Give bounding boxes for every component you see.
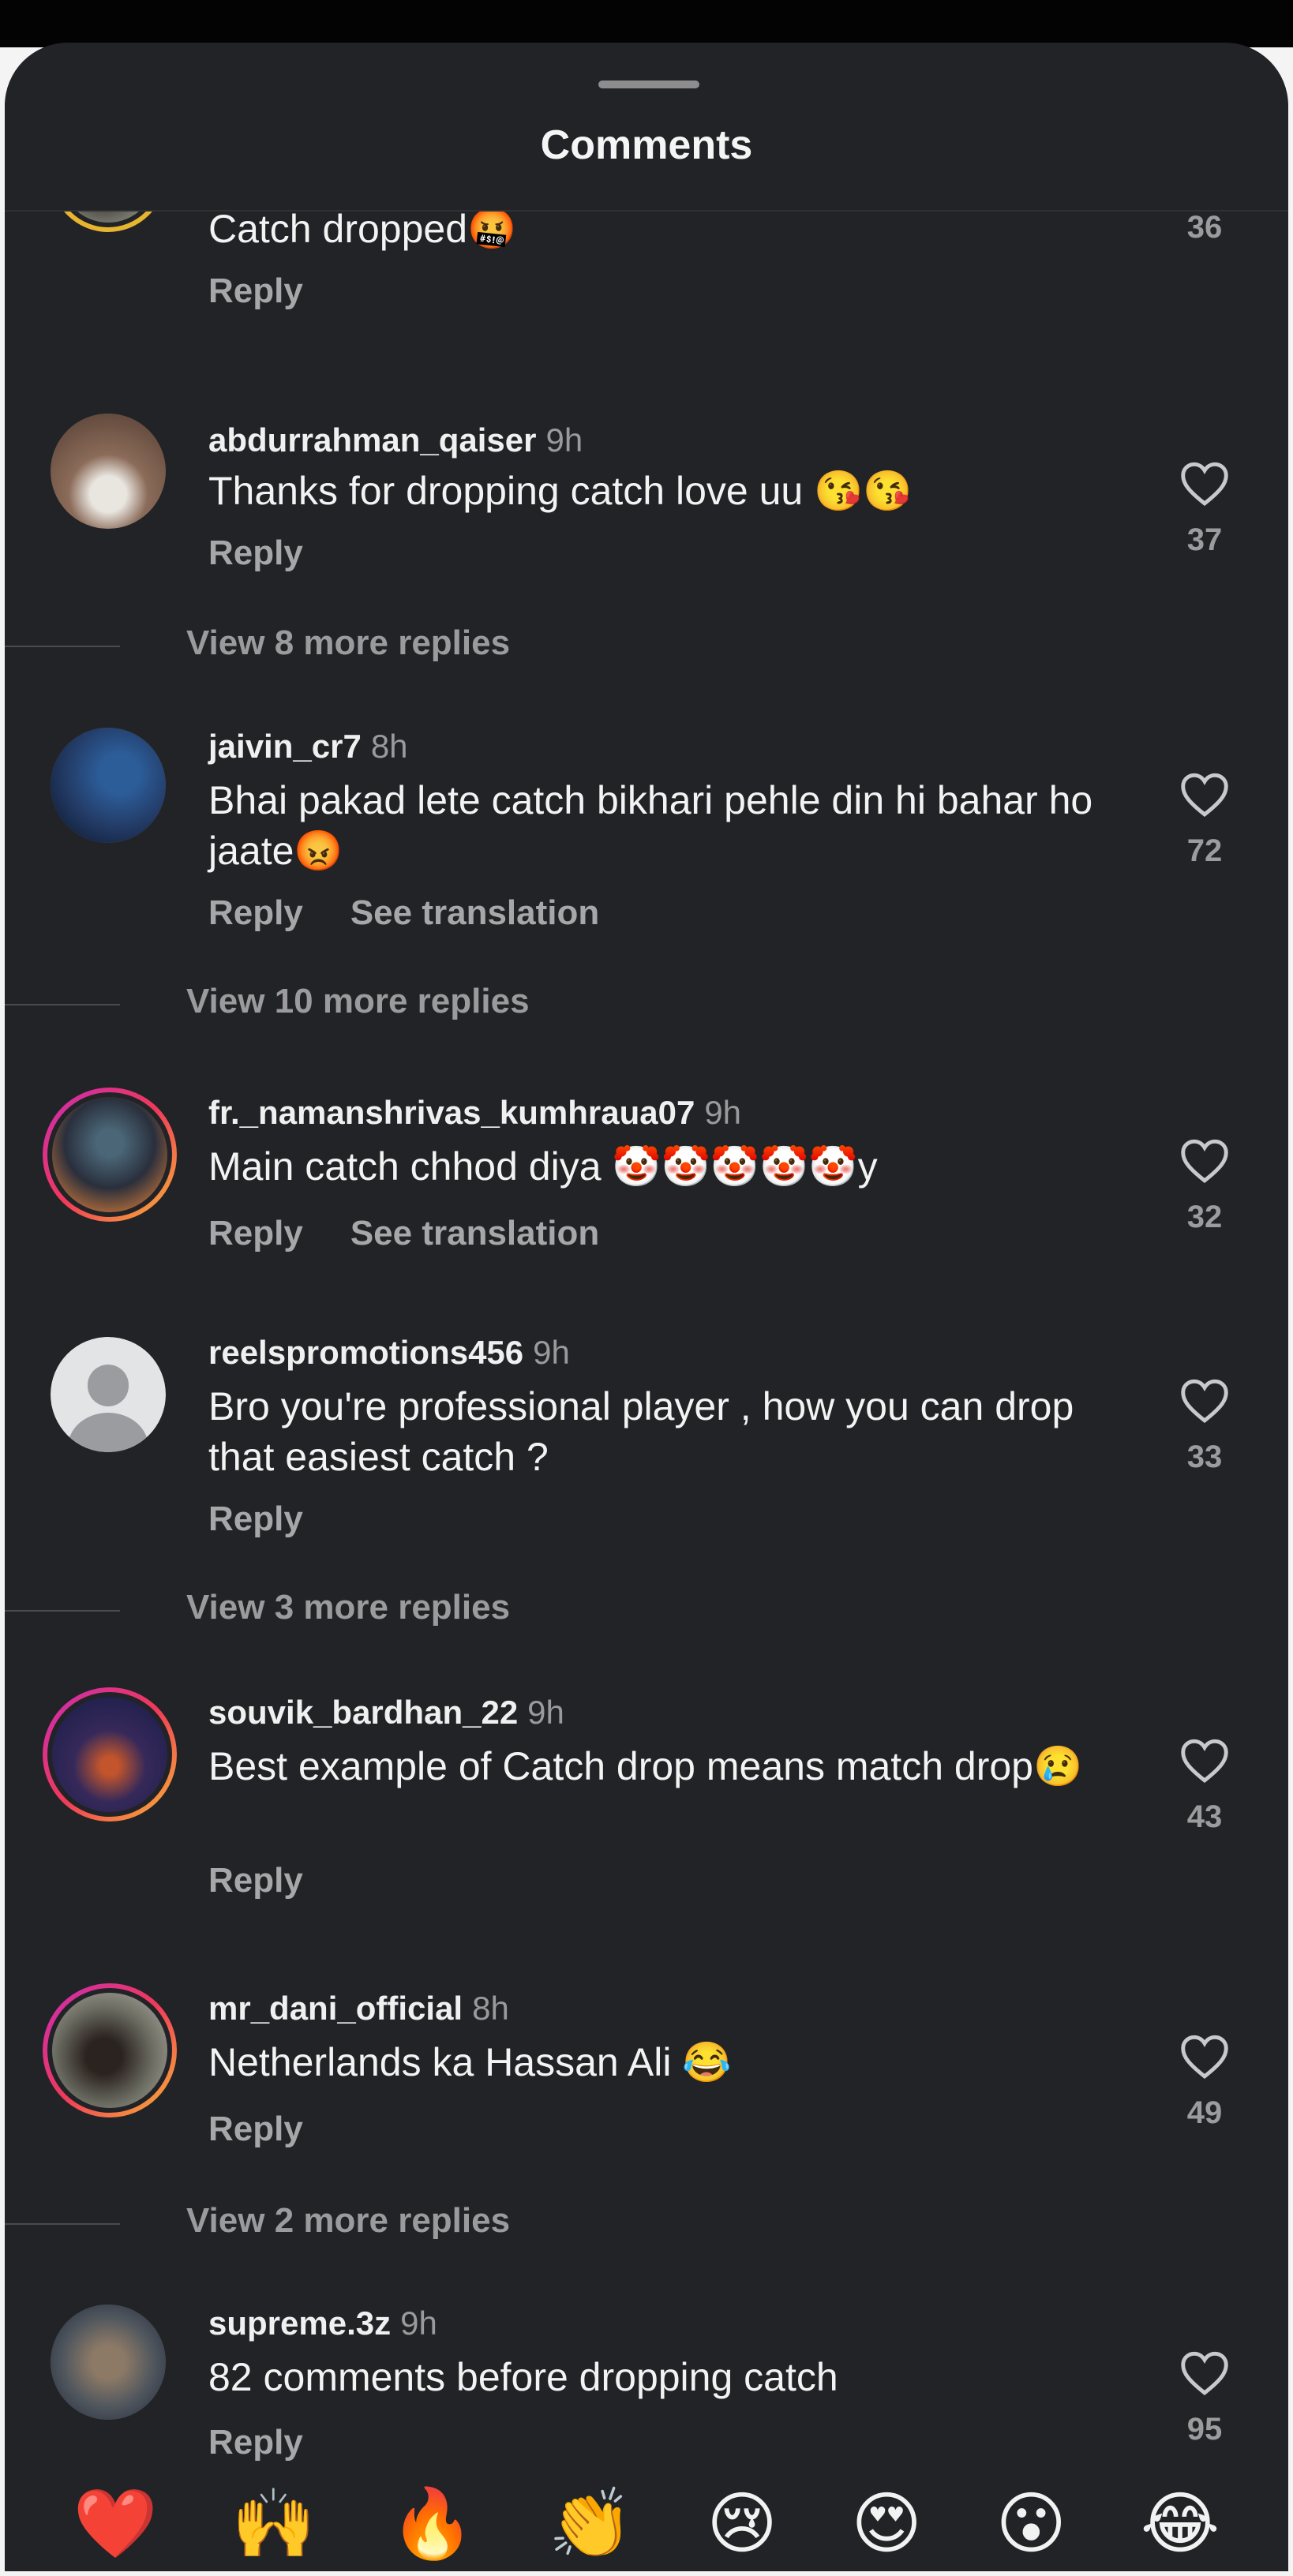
- reaction-surprised[interactable]: 😮: [996, 2490, 1067, 2558]
- reply-button[interactable]: Reply: [208, 2110, 303, 2148]
- comment-text: Netherlands ka Hassan Ali 😂: [208, 2040, 732, 2084]
- reply-button[interactable]: Reply: [208, 1861, 303, 1900]
- comment-text: Main catch chhod diya 🤡🤡🤡🤡🤡y: [208, 1144, 878, 1189]
- comment-text: Best example of Catch drop means match d…: [208, 1744, 1083, 1788]
- comment-actions: Reply: [208, 1500, 303, 1539]
- comment-username[interactable]: mr_dani_official 8h: [208, 1990, 509, 2027]
- like-count: 36: [1186, 212, 1223, 245]
- comment-time: 9h: [527, 1694, 564, 1731]
- comment-time: 8h: [370, 728, 408, 765]
- reaction-clap[interactable]: 👏: [549, 2490, 633, 2558]
- comment-text: 82 comments before dropping catch: [208, 2355, 838, 2399]
- heart-outline-icon[interactable]: [1179, 2032, 1231, 2080]
- comment-time: 9h: [545, 421, 583, 459]
- like-count: 33: [1186, 1440, 1223, 1474]
- comment-username[interactable]: jaivin_cr7 8h: [208, 728, 408, 766]
- avatar[interactable]: [51, 212, 166, 232]
- reply-button[interactable]: Reply: [208, 1500, 303, 1538]
- view-more-replies[interactable]: View 10 more replies: [5, 982, 530, 1021]
- reaction-laughing[interactable]: 😂: [1141, 2490, 1220, 2558]
- drag-handle[interactable]: [598, 80, 699, 88]
- reply-button[interactable]: Reply: [208, 1214, 303, 1252]
- reaction-fire[interactable]: 🔥: [390, 2490, 474, 2558]
- like-control[interactable]: 72: [1157, 770, 1252, 869]
- heart-outline-icon[interactable]: [1179, 1136, 1231, 1184]
- comment-actions: Reply: [208, 534, 303, 573]
- like-count: 49: [1186, 2095, 1223, 2130]
- like-count: 95: [1186, 2412, 1223, 2447]
- avatar[interactable]: [51, 414, 166, 529]
- comment-text: Thanks for dropping catch love uu 😘😘: [208, 469, 913, 513]
- view-more-replies[interactable]: View 2 more replies: [5, 2201, 510, 2241]
- like-control[interactable]: 43: [1157, 1736, 1252, 1835]
- view-more-replies[interactable]: View 8 more replies: [5, 623, 510, 663]
- comment-list[interactable]: Catch dropped🤬 Reply 36 abdurrahman_qais…: [5, 212, 1288, 2477]
- comment-actions: Reply: [208, 2110, 303, 2149]
- comment-username[interactable]: reelspromotions456 9h: [208, 1334, 570, 1372]
- comment-time: 9h: [400, 2305, 437, 2342]
- see-translation-button[interactable]: See translation: [350, 1214, 599, 1252]
- reply-button[interactable]: Reply: [208, 271, 303, 310]
- heart-outline-icon[interactable]: [1179, 2349, 1231, 2396]
- heart-outline-icon[interactable]: [1179, 459, 1231, 507]
- sheet-title: Comments: [540, 122, 753, 168]
- reaction-heart[interactable]: ❤️: [73, 2490, 158, 2558]
- see-translation-button[interactable]: See translation: [350, 893, 599, 932]
- like-count: 72: [1186, 833, 1223, 868]
- comment-time: 9h: [704, 1094, 742, 1131]
- like-control[interactable]: 49: [1157, 2032, 1252, 2131]
- avatar[interactable]: [51, 728, 166, 843]
- like-control[interactable]: 37: [1157, 459, 1252, 558]
- comment-actions: Reply: [208, 2423, 303, 2462]
- comment-text: Bro you're professional player , how you…: [208, 1384, 1074, 1479]
- reply-button[interactable]: Reply: [208, 893, 303, 932]
- like-count: 43: [1186, 1799, 1223, 1834]
- comment-username[interactable]: supreme.3z 9h: [208, 2305, 437, 2342]
- avatar[interactable]: [43, 1687, 177, 1822]
- heart-outline-icon[interactable]: [1179, 1376, 1231, 1424]
- reaction-heart-eyes[interactable]: 😍: [851, 2490, 922, 2558]
- avatar[interactable]: [43, 1088, 177, 1222]
- comment-actions: Reply: [208, 1861, 303, 1900]
- reaction-bar: ❤️ 🙌 🔥 👏 😢 😍 😮 😂: [5, 2477, 1288, 2571]
- reaction-raised-hands[interactable]: 🙌: [231, 2490, 316, 2558]
- avatar[interactable]: [51, 1337, 166, 1452]
- comment-actions: Reply: [208, 271, 303, 311]
- comment-username[interactable]: souvik_bardhan_22 9h: [208, 1694, 564, 1732]
- avatar[interactable]: [43, 1983, 177, 2117]
- like-count: 32: [1186, 1200, 1223, 1234]
- like-count: 37: [1186, 522, 1223, 557]
- comment-time: 8h: [472, 1990, 509, 2027]
- comment-text: Catch dropped🤬: [208, 212, 517, 251]
- like-control[interactable]: 36: [1157, 212, 1252, 245]
- avatar[interactable]: [51, 2305, 166, 2420]
- like-control[interactable]: 32: [1157, 1136, 1252, 1235]
- heart-outline-icon[interactable]: [1179, 1736, 1231, 1784]
- comments-sheet: Comments Catch dropped🤬 Reply 36 abdurra…: [5, 43, 1288, 2571]
- comment-username[interactable]: fr._namanshrivas_kumhraua07 9h: [208, 1094, 741, 1132]
- status-bar-area: [0, 0, 1293, 47]
- reply-button[interactable]: Reply: [208, 2423, 303, 2462]
- comment-time: 9h: [533, 1334, 570, 1371]
- view-more-replies[interactable]: View 3 more replies: [5, 1588, 510, 1627]
- comment-username[interactable]: abdurrahman_qaiser 9h: [208, 421, 583, 459]
- comment-actions: Reply See translation: [208, 893, 599, 933]
- heart-outline-icon[interactable]: [1179, 770, 1231, 818]
- like-control[interactable]: 33: [1157, 1376, 1252, 1475]
- like-control[interactable]: 95: [1157, 2349, 1252, 2447]
- reply-button[interactable]: Reply: [208, 534, 303, 572]
- comment-text: Bhai pakad lete catch bikhari pehle din …: [208, 778, 1093, 873]
- reaction-crying[interactable]: 😢: [706, 2490, 778, 2558]
- comment-actions: Reply See translation: [208, 1214, 599, 1253]
